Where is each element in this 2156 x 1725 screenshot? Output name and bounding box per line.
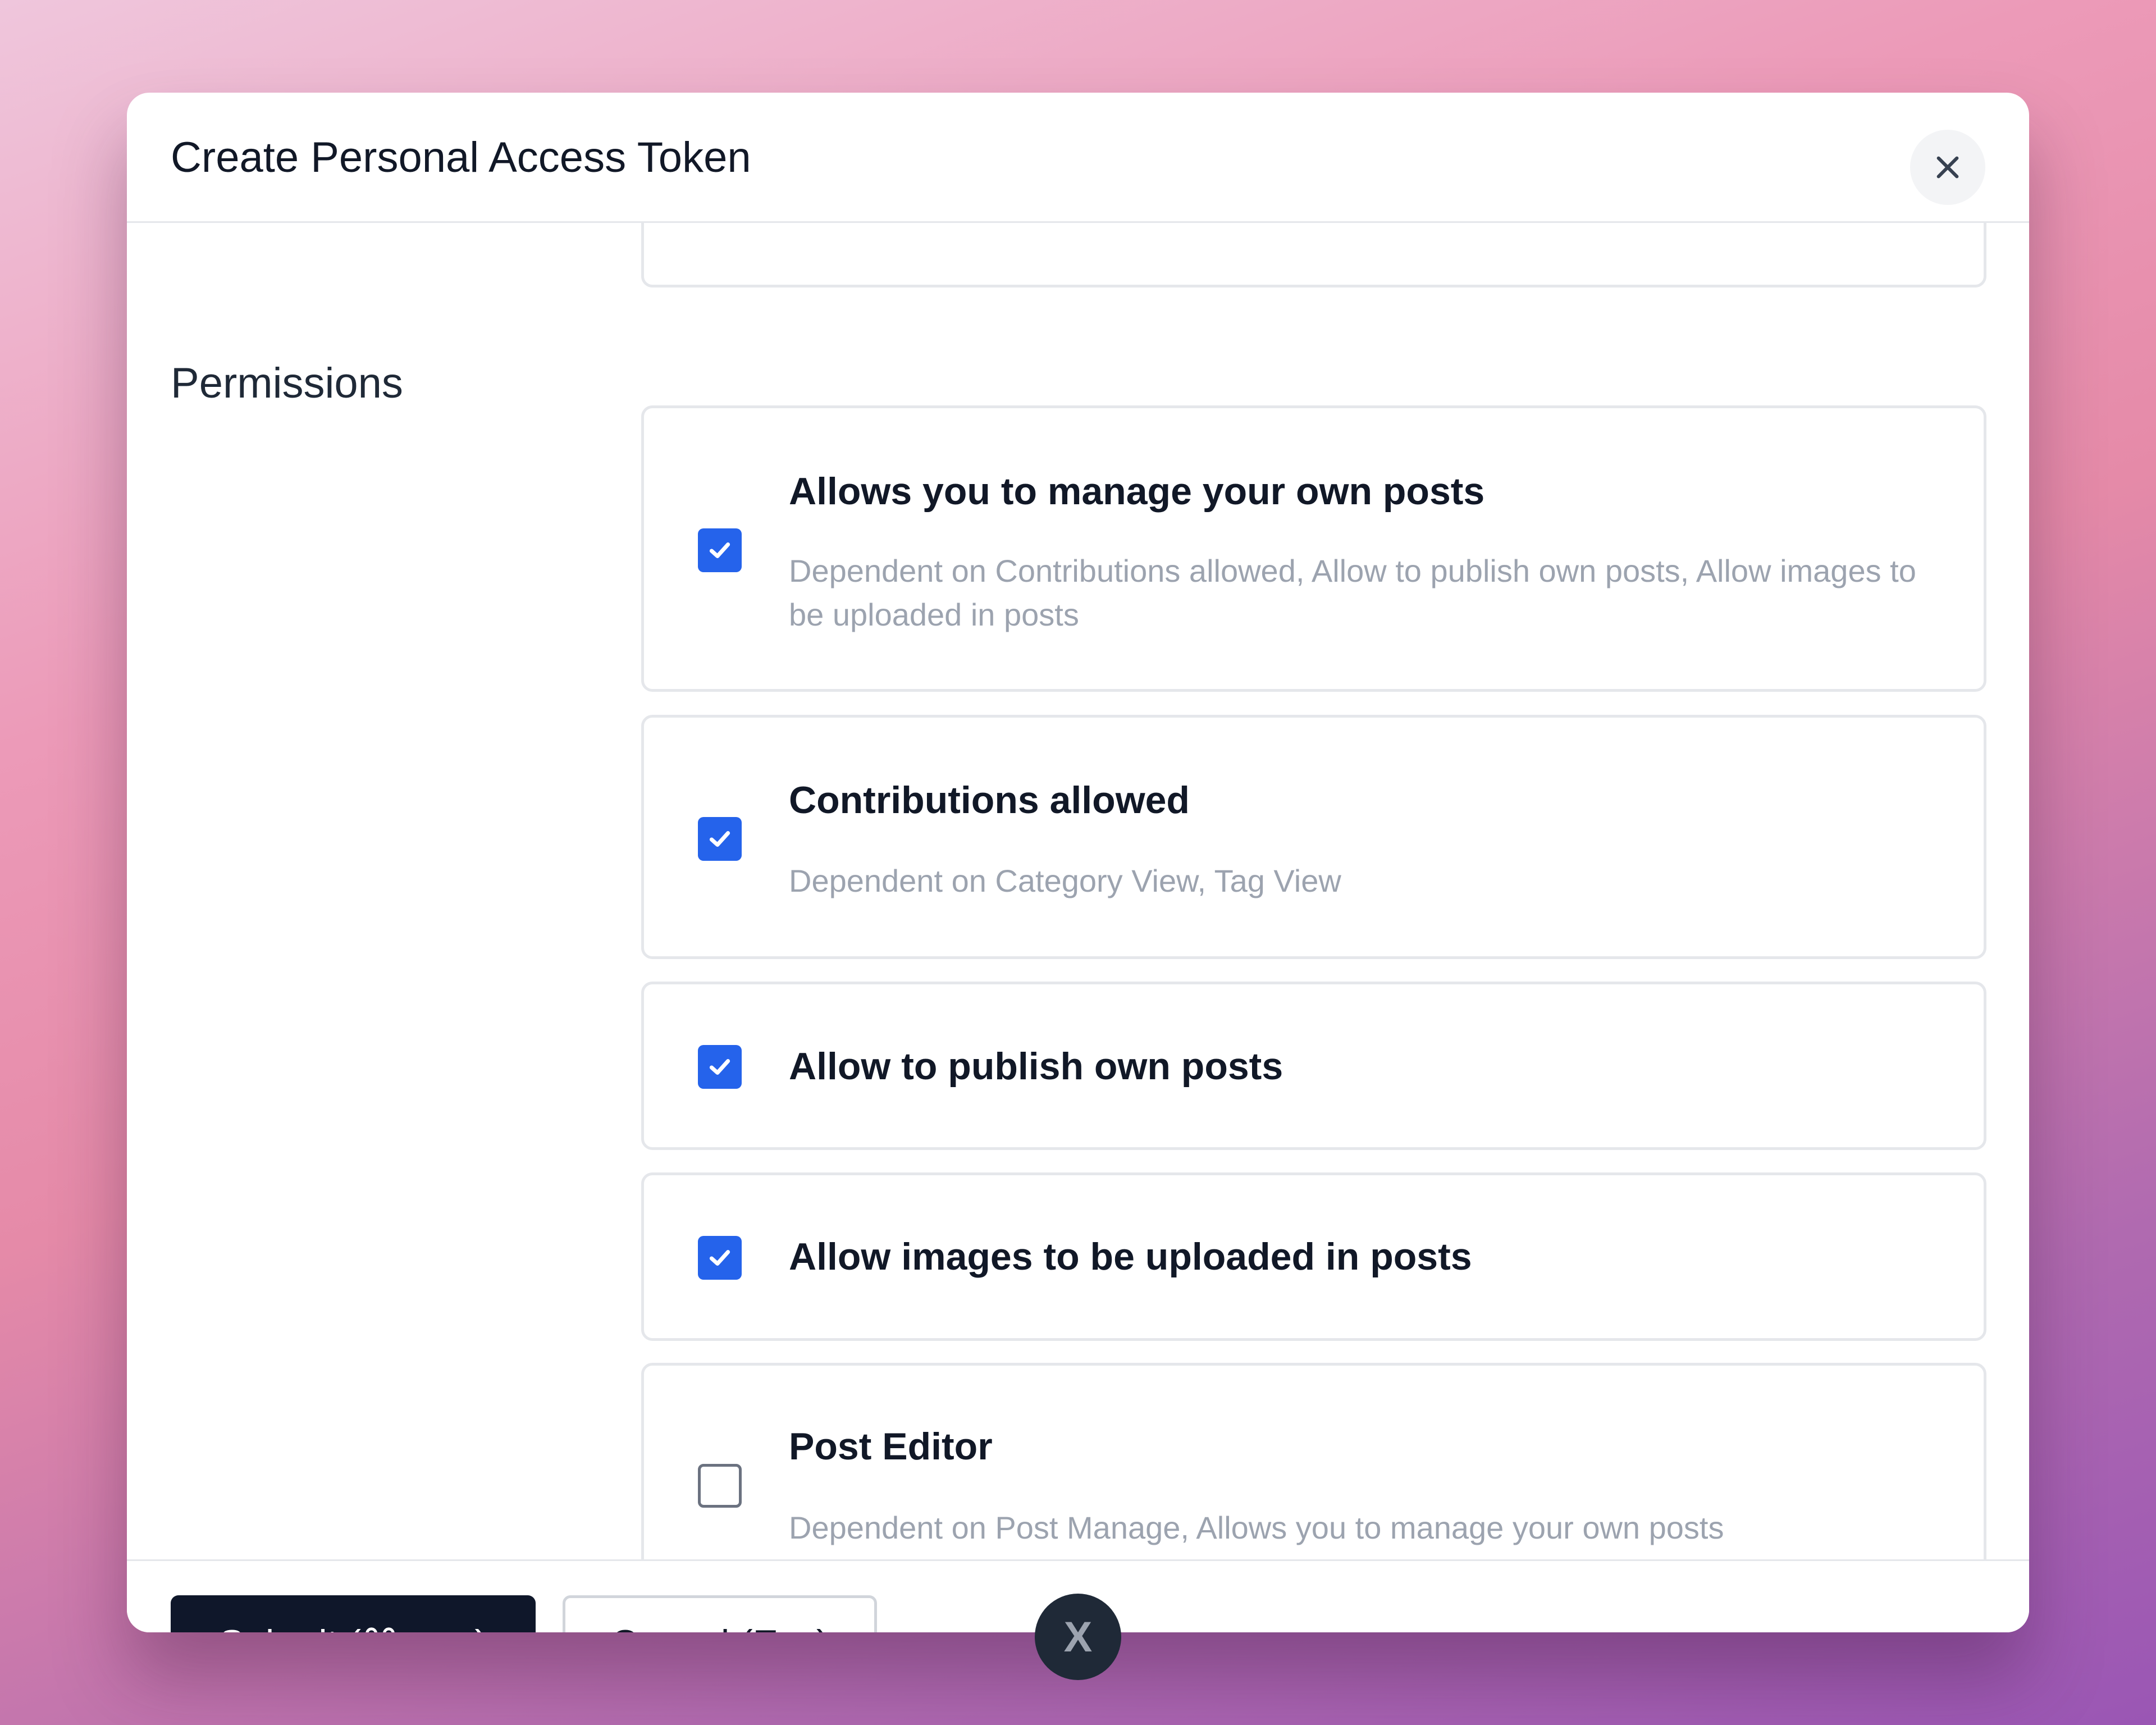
permission-card-post-editor[interactable]: Post Editor Dependent on Post Manage, Al… [641,1363,1986,1559]
checkmark-icon [709,1059,730,1075]
checkmark-icon [709,542,730,558]
checkmark-icon [709,1250,730,1266]
dialog-body[interactable]: Permissions Allows you to manage your ow… [127,223,2029,1559]
permission-card-publish-own-posts[interactable]: Allow to publish own posts [641,982,1986,1150]
close-icon [1936,156,1959,179]
permission-description: Dependent on Contributions allowed, Allo… [789,553,1916,632]
permission-checkbox[interactable] [698,1045,742,1089]
permission-checkbox[interactable] [698,817,742,861]
permissions-label: Permissions [171,359,403,407]
floating-app-badge[interactable]: X [1035,1594,1121,1680]
permission-title: Post Editor [789,1425,993,1468]
permission-card-contributions-allowed[interactable]: Contributions allowed Dependent on Categ… [641,715,1986,959]
permission-checkbox[interactable] [698,1236,742,1280]
permission-card-partial[interactable] [641,223,1986,288]
permission-description: Dependent on Category View, Tag View [789,863,1341,898]
permission-title: Contributions allowed [789,779,1190,822]
permission-checkbox[interactable] [698,528,742,572]
permission-card-manage-own-posts[interactable]: Allows you to manage your own posts Depe… [641,405,1986,692]
permission-title: Allow to publish own posts [789,1045,1283,1088]
close-button[interactable] [1910,130,1985,205]
checkmark-icon [709,831,730,847]
permission-title: Allow images to be uploaded in posts [789,1235,1472,1278]
permission-card-upload-images[interactable]: Allow images to be uploaded in posts [641,1172,1986,1341]
submit-button[interactable]: Submit (⌘ + ↵) [171,1595,536,1632]
permission-list: Allows you to manage your own posts Depe… [641,223,1986,1559]
permission-description: Dependent on Post Manage, Allows you to … [789,1510,1724,1545]
dialog-title: Create Personal Access Token [171,134,751,181]
create-token-dialog: Create Personal Access Token Permissions… [127,93,2029,1632]
cancel-button[interactable]: Cancel (Esc) [563,1595,877,1632]
permission-title: Allows you to manage your own posts [789,470,1485,513]
dialog-header: Create Personal Access Token [127,93,2029,223]
badge-logo-icon: X [1063,1613,1093,1661]
permission-checkbox[interactable] [698,1464,742,1508]
